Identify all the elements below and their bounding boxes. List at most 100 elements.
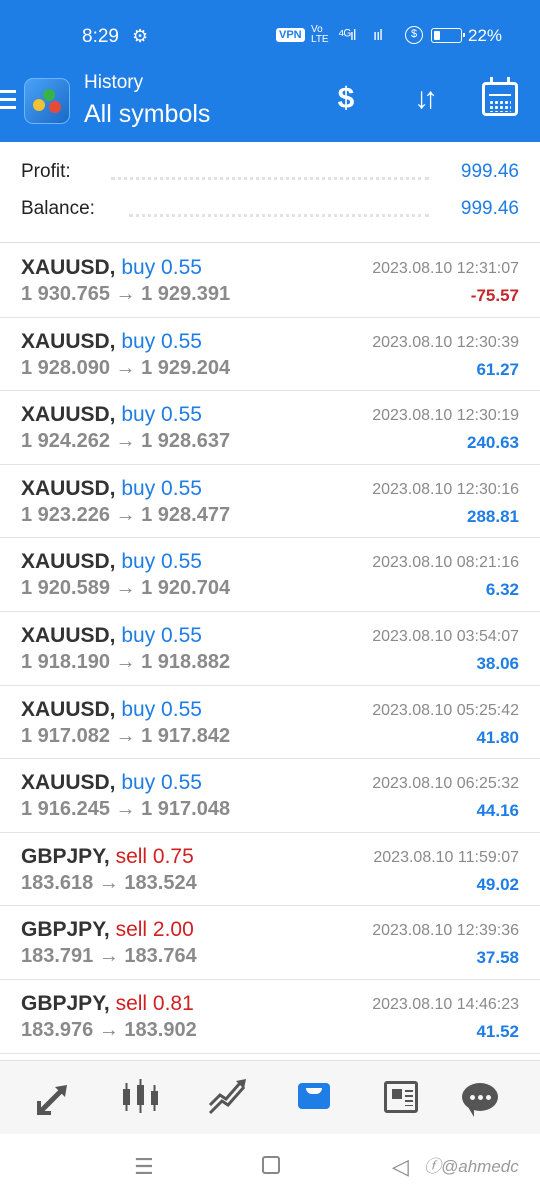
trade-profit: 38.06	[476, 653, 519, 673]
trade-time: 2023.08.10 12:30:39	[372, 333, 519, 351]
deposit-withdraw-icon[interactable]: $	[326, 80, 366, 120]
trade-list: XAUUSD, buy 0.55 1 930.765 → 1 929.391 202…	[0, 244, 540, 1054]
network-signal: ⁴ᴳıl	[338, 27, 356, 44]
trade-profit: 288.81	[467, 506, 519, 526]
status-time: 8:29	[82, 26, 119, 47]
trade-side: buy 0.55	[121, 329, 202, 353]
trade-row[interactable]: XAUUSD, buy 0.55 1 920.589 → 1 920.704 202…	[0, 538, 540, 612]
menu-icon[interactable]	[0, 90, 16, 110]
trade-row[interactable]: XAUUSD, buy 0.55 1 916.245 → 1 917.048 202…	[0, 759, 540, 833]
trade-prices: 1 928.090 → 1 929.204	[21, 356, 231, 379]
trade-time: 2023.08.10 08:21:16	[372, 554, 519, 572]
messages-tab[interactable]	[458, 1075, 502, 1119]
newspaper-icon	[384, 1081, 418, 1113]
trade-time: 2023.08.10 03:54:07	[372, 627, 519, 645]
trade-prices: 1 924.262 → 1 928.637	[21, 430, 231, 453]
trade-prices: 183.618 → 183.524	[21, 871, 197, 894]
trend-icon	[208, 1079, 246, 1115]
trade-row[interactable]: XAUUSD, buy 0.55 1 930.765 → 1 929.391 202…	[0, 244, 540, 318]
news-tab[interactable]	[378, 1075, 422, 1119]
trade-time: 2023.08.10 11:59:07	[373, 848, 519, 866]
balance-value: 999.46	[460, 198, 519, 219]
trade-time: 2023.08.10 12:31:07	[372, 260, 519, 277]
gear-icon: ⚙	[132, 26, 149, 46]
trade-side: sell 0.75	[115, 844, 194, 868]
symbol-text: XAUUSD,	[21, 697, 116, 721]
trade-row[interactable]: XAUUSD, buy 0.55 1 928.090 → 1 929.204 202…	[0, 318, 540, 392]
recents-icon[interactable]: ☰	[134, 1154, 154, 1180]
profit-value: 999.46	[460, 161, 519, 182]
trade-time: 2023.08.10 06:25:32	[372, 775, 519, 793]
symbol-text: GBPJPY,	[21, 844, 110, 868]
symbol-text: XAUUSD,	[21, 256, 116, 279]
trade-tab[interactable]	[206, 1075, 250, 1119]
trade-prices: 1 923.226 → 1 928.477	[21, 503, 231, 526]
trade-side: sell 2.00	[115, 918, 194, 942]
trade-row[interactable]: GBPJPY, sell 0.75 183.618 → 183.524 2023.0…	[0, 833, 540, 907]
trade-symbol: XAUUSD, buy 0.55	[21, 477, 202, 501]
trade-side: buy 0.55	[121, 550, 202, 574]
account-summary: Profit: 999.46 Balance: 999.46	[0, 142, 540, 243]
trade-profit: 44.16	[476, 801, 519, 821]
symbol-text: XAUUSD,	[21, 623, 116, 647]
trade-time: 2023.08.10 05:25:42	[372, 701, 519, 719]
trade-side: buy 0.55	[121, 623, 202, 647]
sort-icon[interactable]: ↓↑	[403, 80, 443, 120]
trade-prices: 183.976 → 183.902	[21, 1018, 197, 1041]
trade-symbol: XAUUSD, buy 0.55	[21, 550, 202, 574]
trade-prices: 183.791 → 183.764	[21, 945, 197, 968]
trade-row[interactable]: XAUUSD, buy 0.55 1 923.226 → 1 928.477 202…	[0, 465, 540, 539]
chart-tab[interactable]	[118, 1075, 162, 1119]
balance-label: Balance:	[21, 198, 95, 220]
trade-profit: 61.27	[476, 359, 519, 379]
symbol-text: XAUUSD,	[21, 403, 116, 427]
top-bar: 8:29 ⚙ VPN Vo LTE ⁴ᴳıl ııl $ 22% History…	[0, 0, 540, 142]
trade-symbol: XAUUSD, buy 0.55	[21, 624, 202, 648]
trade-prices: 1 916.245 → 1 917.048	[21, 798, 231, 821]
quotes-tab[interactable]	[33, 1075, 77, 1119]
calendar-icon[interactable]	[482, 77, 518, 116]
trade-side: buy 0.55	[121, 256, 202, 279]
battery-percent: 22%	[468, 26, 503, 45]
trade-time: 2023.08.10 12:30:19	[372, 407, 519, 425]
trade-time: 2023.08.10 12:30:16	[372, 480, 519, 498]
trade-prices: 1 918.190 → 1 918.882	[21, 650, 231, 673]
trade-prices: 1 920.589 → 1 920.704	[21, 577, 231, 600]
candlestick-icon	[123, 1079, 158, 1113]
trade-row[interactable]: XAUUSD, buy 0.55 1 924.262 → 1 928.637 202…	[0, 391, 540, 465]
trade-profit: 41.80	[476, 727, 519, 747]
symbol-text: GBPJPY,	[21, 991, 110, 1015]
trade-symbol: XAUUSD, buy 0.55	[21, 256, 202, 280]
trade-symbol: GBPJPY, sell 2.00	[21, 918, 194, 942]
trade-profit: -75.57	[470, 286, 519, 305]
trade-profit: 37.58	[476, 948, 519, 968]
leader-dots	[129, 214, 429, 217]
trade-symbol: XAUUSD, buy 0.55	[21, 698, 202, 722]
trade-side: buy 0.55	[121, 771, 202, 795]
leader-dots	[111, 177, 429, 180]
symbol-text: XAUUSD,	[21, 476, 116, 500]
app-bar: History All symbols $ ↓↑	[0, 72, 540, 142]
page-title[interactable]: All symbols	[84, 100, 210, 129]
home-icon[interactable]	[262, 1156, 280, 1174]
trade-row[interactable]: XAUUSD, buy 0.55 1 917.082 → 1 917.842 202…	[0, 686, 540, 760]
battery-icon	[431, 28, 465, 43]
trade-row[interactable]: GBPJPY, sell 2.00 183.791 → 183.764 2023.0…	[0, 906, 540, 980]
trade-prices: 1 917.082 → 1 917.842	[21, 724, 231, 747]
trade-symbol: GBPJPY, sell 0.75	[21, 845, 194, 869]
balance-row: Balance: 999.46	[21, 198, 519, 226]
trade-time: 2023.08.10 14:46:23	[372, 995, 519, 1013]
symbol-text: XAUUSD,	[21, 550, 116, 574]
history-tab[interactable]	[292, 1075, 336, 1119]
trade-profit: 49.02	[476, 874, 519, 894]
trade-side: buy 0.55	[121, 697, 202, 721]
profit-row: Profit: 999.46	[21, 161, 519, 189]
trade-symbol: GBPJPY, sell 0.81	[21, 992, 194, 1016]
symbol-text: XAUUSD,	[21, 771, 116, 795]
trade-row[interactable]: XAUUSD, buy 0.55 1 918.190 → 1 918.882 202…	[0, 612, 540, 686]
status-bar: 8:29 ⚙ VPN Vo LTE ⁴ᴳıl ııl $ 22%	[0, 0, 540, 72]
back-icon[interactable]: ◁	[392, 1154, 409, 1180]
trade-prices: 1 930.765 → 1 929.391	[21, 283, 231, 305]
trade-row[interactable]: GBPJPY, sell 0.81 183.976 → 183.902 2023.0…	[0, 980, 540, 1054]
watermark: ⓕ@ahmedc	[424, 1157, 519, 1176]
